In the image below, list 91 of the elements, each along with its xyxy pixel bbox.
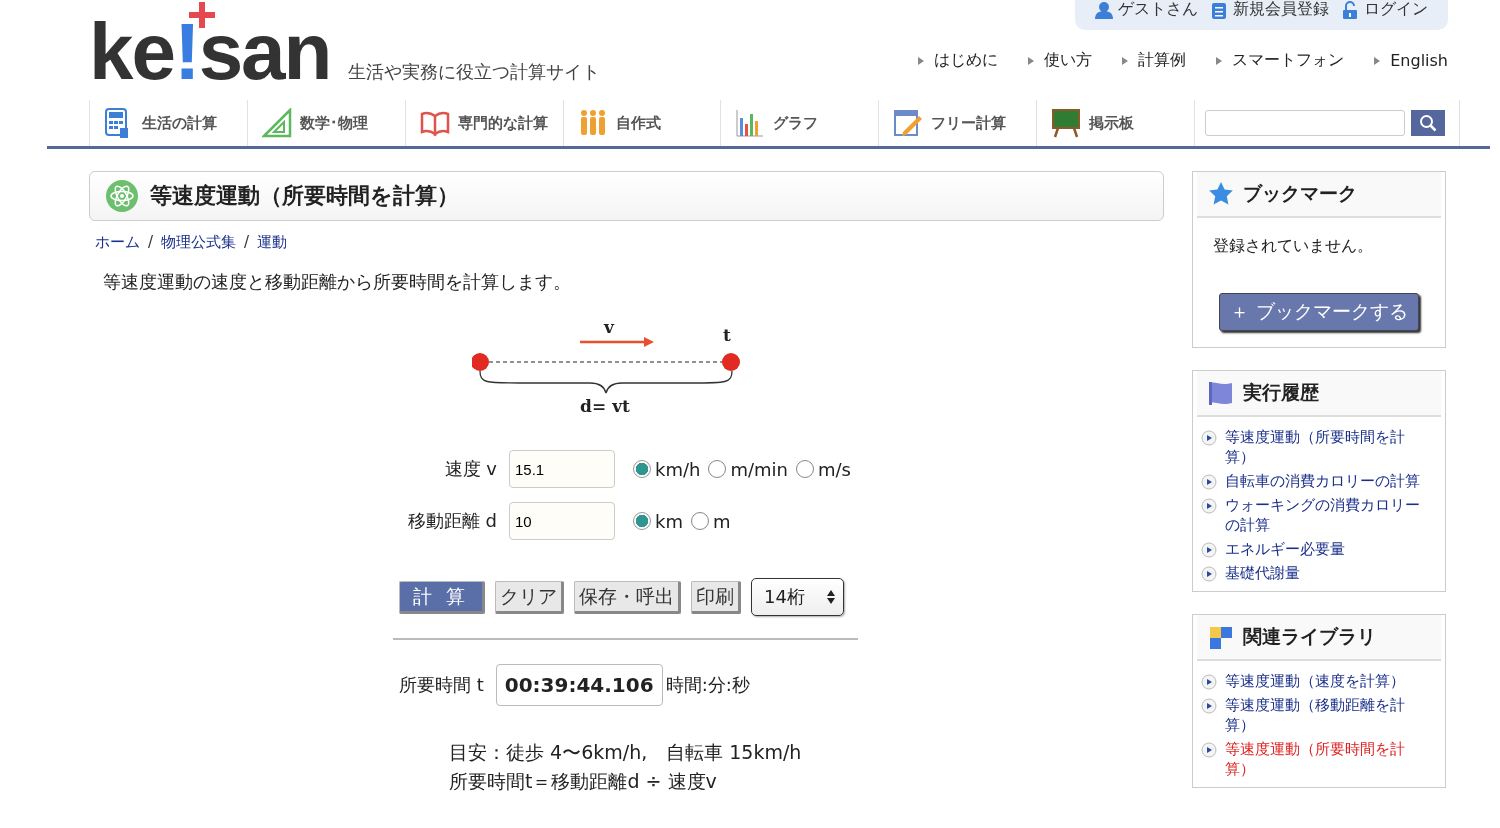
sidebar-link[interactable]: 基礎代謝量 <box>1225 563 1431 583</box>
unit-label: km/h <box>655 458 701 480</box>
breadcrumb-separator: / <box>244 233 250 252</box>
note-text: 所要時間t＝移動距離d ÷ 速度v <box>449 769 718 794</box>
top-link[interactable]: はじめに <box>918 50 999 71</box>
digits-select[interactable]: 14桁 <box>751 578 844 616</box>
input-field[interactable]: 15.1 <box>509 450 615 488</box>
search-button[interactable] <box>1411 110 1445 136</box>
nav-tab[interactable]: グラフ <box>720 100 879 146</box>
sidebar-link[interactable]: ウォーキングの消費カロリーの計算 <box>1225 495 1431 535</box>
radio-button[interactable] <box>708 460 727 478</box>
nav-tab[interactable]: 自作式 <box>562 100 721 146</box>
sidebar-link[interactable]: エネルギー必要量 <box>1225 539 1431 559</box>
input-field[interactable]: 10 <box>509 502 615 540</box>
page-title: 等速度運動（所要時間を計算） <box>150 182 459 210</box>
play-circle-icon <box>1201 542 1217 558</box>
site-tagline: 生活や実務に役立つ計算サイト <box>348 60 601 84</box>
top-link[interactable]: 使い方 <box>1028 50 1093 71</box>
radio-button[interactable] <box>633 512 651 530</box>
note-text: 目安：徒歩 4〜6km/h, 自転車 15km/h <box>449 740 803 765</box>
unit-label: m/min <box>730 458 788 480</box>
atom-icon <box>106 180 138 212</box>
time-label: t <box>722 325 731 345</box>
play-circle-icon <box>1201 698 1217 714</box>
triangle-icon <box>1122 56 1129 65</box>
user-link[interactable]: ログイン <box>1341 0 1428 20</box>
top-link[interactable]: スマートフォン <box>1216 50 1345 71</box>
sidebar-link[interactable]: 等速度運動（所要時間を計算） <box>1225 427 1431 467</box>
result-label: 所要時間 t <box>399 673 484 697</box>
velocity-label: v <box>603 317 614 337</box>
notepad-pencil-icon <box>893 108 924 138</box>
site-logo[interactable]: ke!san <box>89 2 331 86</box>
action-button[interactable]: 保存・呼出 <box>574 580 681 614</box>
sidebar-link[interactable]: 等速度運動（移動距離を計算） <box>1225 695 1431 735</box>
breadcrumb-link[interactable]: ホーム <box>95 233 140 252</box>
panel-title: 関連ライブラリ <box>1243 624 1376 649</box>
sidebar-link[interactable]: 等速度運動（速度を計算） <box>1225 671 1431 691</box>
breadcrumb-link[interactable]: 運動 <box>257 233 288 252</box>
result-field: 00:39:44.106 <box>495 664 663 706</box>
panel-title: ブックマーク <box>1243 181 1357 206</box>
play-circle-icon <box>1201 742 1217 758</box>
nav-tab[interactable]: フリー計算 <box>878 100 1037 146</box>
radio-button[interactable] <box>690 512 709 530</box>
search-field[interactable] <box>1205 110 1405 136</box>
start-point <box>471 353 489 371</box>
triangle-icon <box>918 56 925 65</box>
formula-label: d= vt <box>579 396 630 416</box>
sidebar-link[interactable]: 自転車の消費カロリーの計算 <box>1225 471 1431 491</box>
sidebar-link[interactable]: 等速度運動（所要時間を計算） <box>1225 739 1431 779</box>
radio-button[interactable] <box>633 460 651 478</box>
triangle-icon <box>1028 56 1035 65</box>
user-link[interactable]: 新規会員登録 <box>1210 0 1329 20</box>
radio-button[interactable] <box>796 460 814 478</box>
play-circle-icon <box>1201 498 1217 514</box>
nav-tab[interactable]: 生活の計算 <box>89 100 247 146</box>
unit-label: m <box>712 510 731 532</box>
result-unit: 時間:分:秒 <box>665 673 750 697</box>
action-button[interactable]: クリア <box>495 580 564 614</box>
up-down-arrows-icon <box>826 590 835 604</box>
triangle-icon <box>1216 56 1223 65</box>
triangle-icon <box>1374 56 1381 65</box>
field-label: 速度 v <box>443 457 497 481</box>
breadcrumb-link[interactable]: 物理公式集 <box>161 233 237 252</box>
nav-tab[interactable]: 専門的な計算 <box>404 100 563 146</box>
panel-title: 実行履歴 <box>1243 380 1319 405</box>
person-icon <box>1095 0 1113 19</box>
calculate-button[interactable]: 計 算 <box>399 580 485 614</box>
unit-label: m/s <box>818 458 851 480</box>
nav-tab[interactable]: 掲示板 <box>1036 100 1194 146</box>
end-point <box>721 353 740 371</box>
bar-chart-icon <box>735 108 766 138</box>
action-button[interactable]: 印刷 <box>691 580 741 614</box>
clipboard-icon <box>1210 0 1228 19</box>
search-icon <box>1419 114 1437 132</box>
play-circle-icon <box>1201 566 1217 582</box>
field-label: 移動距離 d <box>406 509 497 533</box>
empty-message: 登録されていません。 <box>1213 236 1374 257</box>
bookmark-button[interactable]: ＋ ブックマークする <box>1219 293 1419 331</box>
description-text: 等速度運動の速度と移動距離から所要時間を計算します。 <box>103 270 572 294</box>
padlock-icon <box>1341 0 1359 19</box>
top-link[interactable]: English <box>1374 50 1448 71</box>
play-circle-icon <box>1201 430 1217 446</box>
nav-tab[interactable]: 数学･物理 <box>246 100 405 146</box>
blackboard-icon <box>1051 108 1082 138</box>
play-circle-icon <box>1201 474 1217 490</box>
user-link[interactable]: ゲストさん <box>1095 0 1198 20</box>
top-link[interactable]: 計算例 <box>1122 50 1187 71</box>
flag-icon <box>1207 379 1235 407</box>
breadcrumb-separator: / <box>148 233 154 252</box>
play-circle-icon <box>1201 674 1217 690</box>
unit-label: km <box>655 510 683 532</box>
